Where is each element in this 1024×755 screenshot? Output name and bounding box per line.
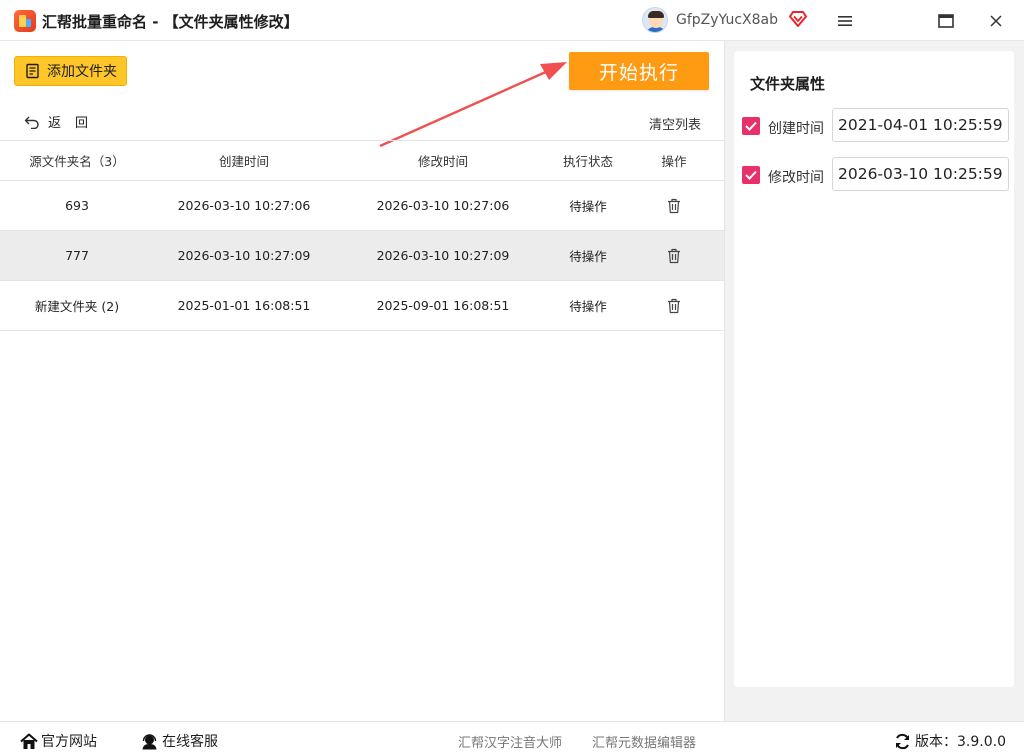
table-row[interactable]: 新建文件夹 (2) 2025-01-01 16:08:51 2025-09-01… (0, 281, 724, 331)
window-title: 汇帮批量重命名 - 【文件夹属性修改】 (42, 13, 299, 31)
add-folder-button[interactable]: 添加文件夹 (14, 56, 127, 86)
back-button[interactable]: 返回 (24, 112, 102, 131)
maximize-icon (938, 14, 954, 28)
exec-status: 待操作 (569, 299, 607, 314)
hamburger-icon (838, 16, 852, 26)
online-support-link[interactable]: 在线客服 (141, 731, 218, 751)
modified-time: 2026-03-10 10:27:06 (376, 198, 510, 213)
undo-arrow-icon (24, 116, 39, 129)
metadata-editor-link[interactable]: 汇帮元数据编辑器 (592, 732, 696, 751)
trash-icon[interactable] (667, 298, 681, 314)
version-label: 版本：3.9.0.0 (915, 734, 1006, 750)
checkmark-icon (745, 121, 757, 131)
table-header: 源文件夹名（3） 创建时间 修改时间 执行状态 操作 (0, 140, 724, 181)
header-created: 创建时间 (218, 154, 269, 169)
home-icon (20, 733, 38, 749)
created-time: 2026-03-10 10:27:09 (177, 248, 311, 263)
pinyin-tool-link[interactable]: 汇帮汉字注音大师 (458, 732, 562, 751)
attributes-card (734, 51, 1014, 687)
menu-button[interactable] (832, 8, 858, 34)
back-label: 返回 (48, 116, 103, 131)
modified-time: 2026-03-10 10:27:09 (376, 248, 510, 263)
status-bar: 官方网站 在线客服 汇帮汉字注音大师 汇帮元数据编辑器 版本：3.9.0.0 (0, 721, 1024, 755)
official-website-link[interactable]: 官方网站 (20, 731, 97, 751)
title-bar: 汇帮批量重命名 - 【文件夹属性修改】 GfpZyYucX8ab (0, 0, 1024, 41)
add-folder-icon (26, 63, 39, 79)
close-button[interactable] (983, 8, 1009, 34)
created-time-label: 创建时间 (768, 121, 824, 137)
username[interactable]: GfpZyYucX8ab (676, 12, 778, 28)
modified-time-label: 修改时间 (768, 170, 824, 186)
trash-icon[interactable] (667, 198, 681, 214)
website-label: 官方网站 (41, 734, 97, 750)
header-modified: 修改时间 (417, 154, 468, 169)
table-row[interactable]: 777 2026-03-10 10:27:09 2026-03-10 10:27… (0, 231, 724, 281)
folder-table: 源文件夹名（3） 创建时间 修改时间 执行状态 操作 693 2026-03-1… (0, 140, 724, 331)
created-time-checkbox[interactable] (742, 117, 760, 135)
checkmark-icon (745, 170, 757, 180)
clear-list-button[interactable]: 清空列表 (649, 114, 701, 133)
created-time-input[interactable]: 2021-04-01 10:25:59 (832, 108, 1009, 142)
modified-time-input[interactable]: 2026-03-10 10:25:59 (832, 157, 1009, 191)
folder-name: 777 (65, 248, 89, 263)
headset-icon (142, 733, 157, 749)
exec-status: 待操作 (569, 199, 607, 214)
close-icon (990, 15, 1002, 27)
start-execute-button[interactable]: 开始执行 (569, 52, 709, 90)
modified-time: 2025-09-01 16:08:51 (376, 298, 510, 313)
modified-time-checkbox[interactable] (742, 166, 760, 184)
trash-icon[interactable] (667, 248, 681, 264)
maximize-button[interactable] (933, 8, 959, 34)
header-status: 执行状态 (562, 154, 613, 169)
refresh-icon (896, 733, 909, 749)
vip-diamond-icon[interactable] (789, 10, 807, 28)
folder-name: 693 (65, 198, 89, 213)
add-folder-label: 添加文件夹 (47, 64, 117, 80)
user-avatar[interactable] (642, 7, 668, 33)
support-label: 在线客服 (162, 734, 218, 750)
header-name: 源文件夹名（3） (29, 154, 125, 169)
created-time: 2026-03-10 10:27:06 (177, 198, 311, 213)
table-row[interactable]: 693 2026-03-10 10:27:06 2026-03-10 10:27… (0, 181, 724, 231)
exec-status: 待操作 (569, 249, 607, 264)
header-action: 操作 (661, 154, 687, 169)
version-info[interactable]: 版本：3.9.0.0 (894, 731, 1006, 751)
created-time: 2025-01-01 16:08:51 (177, 298, 311, 313)
attributes-title: 文件夹属性 (750, 75, 826, 93)
app-logo-icon (14, 10, 36, 32)
folder-name: 新建文件夹 (2) (34, 299, 120, 314)
